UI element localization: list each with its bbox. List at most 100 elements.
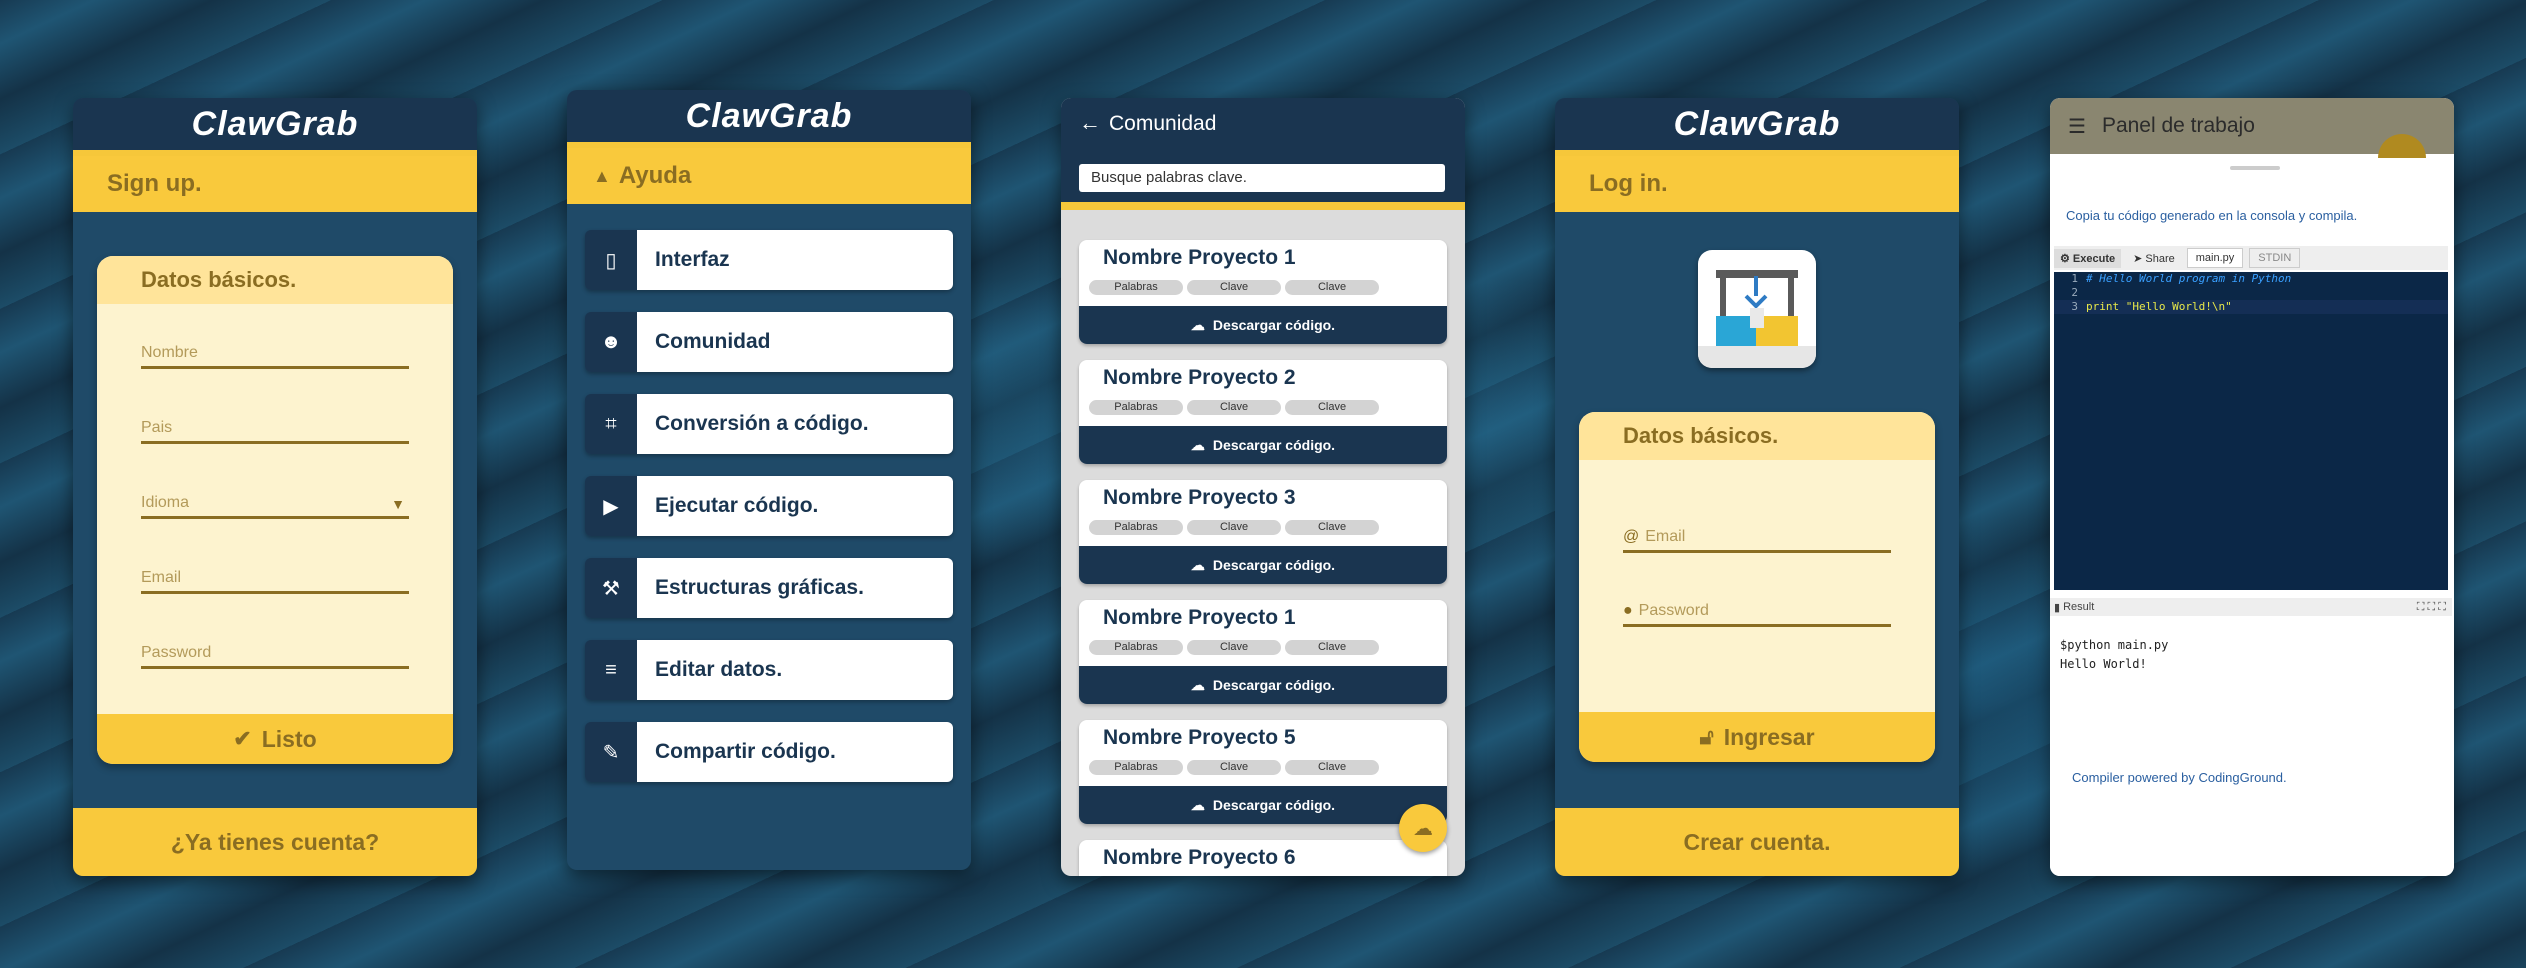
download-button[interactable]: ☁ Descargar código. — [1079, 426, 1447, 464]
menu-icon[interactable]: ☰ — [2068, 114, 2086, 139]
share-icon: ✎ — [585, 722, 637, 782]
code-editor[interactable]: 1 # Hello World program in Python 2 3 prin… — [2054, 272, 2448, 590]
cloud-download-icon: ☁ — [1190, 436, 1205, 453]
signup-card: Datos básicos. Nombre Pais Idioma ▼ Emai… — [97, 256, 453, 764]
phone-icon: ▯ — [585, 230, 637, 290]
app-logo: ClawGrab — [73, 98, 477, 150]
tag-chip[interactable]: Palabras — [1089, 280, 1183, 295]
back-arrow-icon[interactable]: ← — [1079, 110, 1101, 136]
password-field[interactable]: ● Password — [1623, 602, 1891, 627]
tag-chip[interactable]: Clave — [1187, 400, 1281, 415]
login-card: Datos básicos. @ Email ● Password 🔓︎ Ingre… — [1579, 412, 1935, 762]
project-card: Nombre Proyecto 6 — [1079, 840, 1447, 876]
help-item-comunidad[interactable]: ☻ Comunidad — [585, 312, 953, 372]
shapes-icon: ▲ — [593, 165, 611, 186]
signup-screen: ClawGrab Sign up. Datos básicos. Nombre … — [73, 98, 477, 876]
editor-toolbar: ⚙ Execute ➤ Share main.py STDIN — [2054, 246, 2448, 270]
tab-stdin[interactable]: STDIN — [2249, 248, 2301, 268]
search-input[interactable]: Busque palabras clave. — [1079, 164, 1445, 192]
at-icon: @ — [1623, 528, 1640, 545]
login-button[interactable]: 🔓︎ Ingresar — [1579, 712, 1935, 762]
dropdown-arrow-icon: ▼ — [391, 496, 405, 512]
chart-icon: ▮ — [2054, 601, 2064, 614]
tag-chip[interactable]: Palabras — [1089, 520, 1183, 535]
play-icon: ▶ — [585, 476, 637, 536]
group-icon: ☻ — [585, 312, 637, 372]
project-card: Nombre Proyecto 2 Palabras Clave Clave ☁… — [1079, 360, 1447, 464]
bottom-sheet: Copia tu código generado en la consola y… — [2050, 158, 2454, 876]
password-field[interactable]: Password — [141, 644, 409, 669]
help-item-editar[interactable]: ≡ Editar datos. — [585, 640, 953, 700]
help-item-ejecutar[interactable]: ▶ Ejecutar código. — [585, 476, 953, 536]
login-screen: ClawGrab Log in. Datos básicos. @ Email ●… — [1555, 98, 1959, 876]
tag-chip[interactable]: Clave — [1285, 400, 1379, 415]
cloud-upload-icon: ☁ — [1413, 817, 1433, 840]
workspace-screen: ☰ Panel de trabajo Copia tu código gener… — [2050, 98, 2454, 876]
tag-chip[interactable]: Clave — [1285, 640, 1379, 655]
submit-button[interactable]: ✔ Listo — [97, 714, 453, 764]
card-title: Datos básicos. — [1579, 412, 1935, 460]
download-button[interactable]: ☁ Descargar código. — [1079, 666, 1447, 704]
community-screen: ← Comunidad Busque palabras clave. Nombr… — [1061, 98, 1465, 876]
tag-chip[interactable]: Palabras — [1089, 400, 1183, 415]
console-output: $python main.py Hello World! — [2060, 638, 2169, 671]
tag-chip[interactable]: Clave — [1187, 760, 1281, 775]
app-logo: ClawGrab — [1555, 98, 1959, 150]
screen-header: ▲ Ayuda — [567, 148, 971, 204]
help-item-estructuras[interactable]: ⚒ Estructuras gráficas. — [585, 558, 953, 618]
name-field[interactable]: Nombre — [141, 344, 409, 369]
crop-icon: ⌗ — [585, 394, 637, 454]
tag-chip[interactable]: Clave — [1187, 520, 1281, 535]
tag-chip[interactable]: Clave — [1285, 520, 1379, 535]
project-card: Nombre Proyecto 5 Palabras Clave Clave ☁… — [1079, 720, 1447, 824]
sheet-handle[interactable] — [2230, 166, 2280, 170]
tag-chip[interactable]: Clave — [1285, 280, 1379, 295]
download-button[interactable]: ☁ Descargar código. — [1079, 306, 1447, 344]
help-item-conversion[interactable]: ⌗ Conversión a código. — [585, 394, 953, 454]
page-title: Comunidad — [1109, 112, 1217, 135]
language-select[interactable]: Idioma ▼ — [141, 494, 409, 519]
community-header: ← Comunidad Busque palabras clave. — [1061, 98, 1465, 202]
instruction-text: Copia tu código generado en la consola y… — [2066, 208, 2358, 223]
tag-chip[interactable]: Clave — [1187, 640, 1281, 655]
cloud-download-icon: ☁ — [1190, 796, 1205, 813]
screen-header: Sign up. — [73, 156, 477, 212]
execute-button[interactable]: ⚙ Execute — [2054, 248, 2122, 268]
app-icon — [1698, 250, 1816, 368]
tag-chip[interactable]: Palabras — [1089, 640, 1183, 655]
email-field[interactable]: Email — [141, 569, 409, 594]
have-account-button[interactable]: ¿Ya tienes cuenta? — [73, 808, 477, 876]
download-button[interactable]: ☁ Descargar código. — [1079, 786, 1447, 824]
app-logo: ClawGrab — [567, 90, 971, 142]
help-item-interfaz[interactable]: ▯ Interfaz — [585, 230, 953, 290]
cloud-download-icon: ☁ — [1190, 316, 1205, 333]
share-button[interactable]: ➤ Share — [2127, 249, 2181, 268]
tag-chip[interactable]: Palabras — [1089, 760, 1183, 775]
email-field[interactable]: @ Email — [1623, 528, 1891, 553]
help-item-compartir[interactable]: ✎ Compartir código. — [585, 722, 953, 782]
lock-open-icon: 🔓︎ — [1699, 724, 1714, 749]
person-icon: ● — [1623, 602, 1633, 619]
country-field[interactable]: Pais — [141, 419, 409, 444]
tools-icon: ⚒ — [585, 558, 637, 618]
card-title: Datos básicos. — [97, 256, 453, 304]
cloud-download-icon: ☁ — [1190, 556, 1205, 573]
tag-chip[interactable]: Clave — [1285, 760, 1379, 775]
powered-by-link[interactable]: Compiler powered by CodingGround. — [2072, 770, 2287, 785]
page-title: Panel de trabajo — [2101, 114, 2255, 137]
project-card: Nombre Proyecto 3 Palabras Clave Clave ☁… — [1079, 480, 1447, 584]
workspace-header: ☰ Panel de trabajo — [2050, 98, 2454, 182]
result-bar: ▮ Result ⛶ ⛶ ⛶ — [2050, 598, 2452, 616]
upload-fab[interactable]: ☁ — [1399, 804, 1447, 852]
cloud-download-icon: ☁ — [1190, 676, 1205, 693]
create-account-button[interactable]: Crear cuenta. — [1555, 808, 1959, 876]
project-card: Nombre Proyecto 1 Palabras Clave Clave ☁… — [1079, 240, 1447, 344]
window-controls-icon[interactable]: ⛶ ⛶ ⛶ — [2417, 601, 2446, 614]
help-screen: ClawGrab ▲ Ayuda ▯ Interfaz ☻ Comunidad … — [567, 90, 971, 870]
sliders-icon: ≡ — [585, 640, 637, 700]
double-check-icon: ✔ — [233, 726, 252, 751]
tag-chip[interactable]: Clave — [1187, 280, 1281, 295]
download-button[interactable]: ☁ Descargar código. — [1079, 546, 1447, 584]
tab-main-py[interactable]: main.py — [2186, 248, 2244, 268]
project-card: Nombre Proyecto 1 Palabras Clave Clave ☁… — [1079, 600, 1447, 704]
